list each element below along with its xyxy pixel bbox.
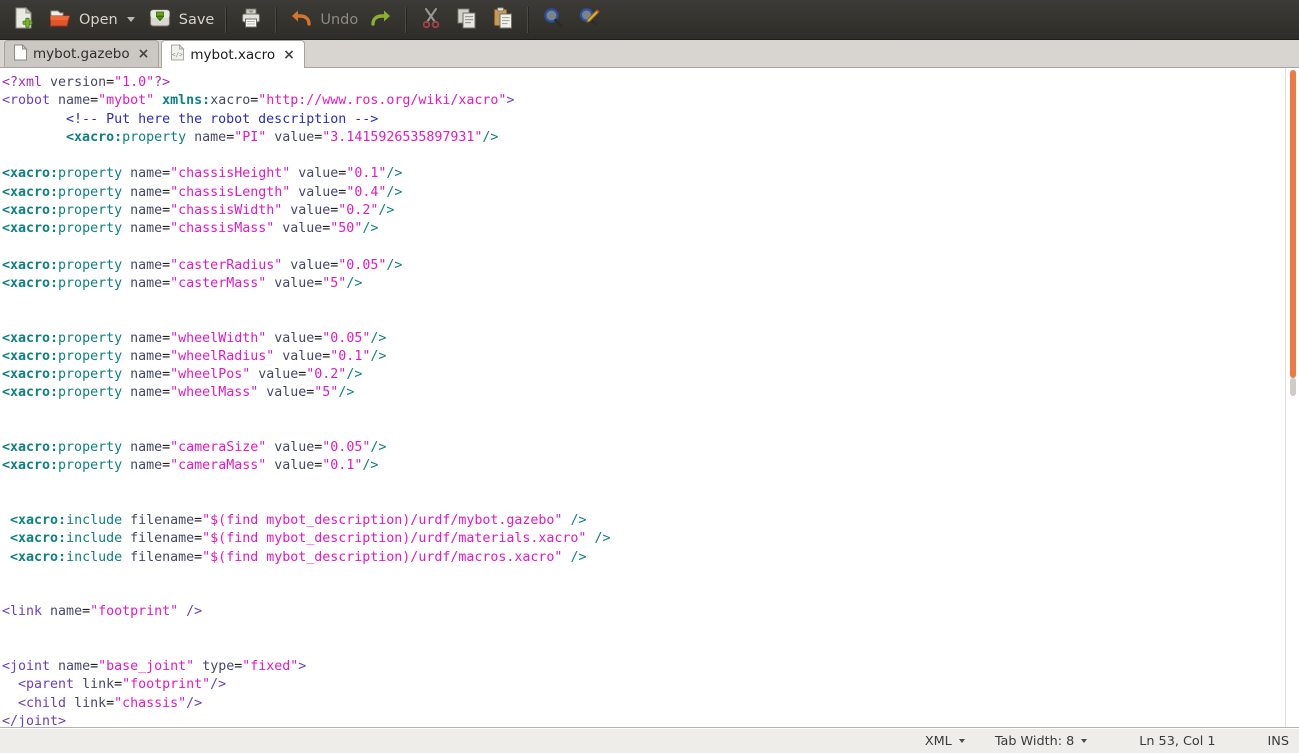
chevron-down-icon[interactable] <box>958 739 965 743</box>
save-disk-icon <box>147 5 173 35</box>
editor-area[interactable]: <?xml version="1.0"?> <robot name="mybot… <box>0 68 1299 728</box>
copy-icon <box>454 5 480 35</box>
insert-mode-label: INS <box>1267 733 1289 749</box>
vertical-scrollbar[interactable] <box>1285 68 1299 727</box>
cut-button[interactable] <box>413 3 449 37</box>
vertical-scrollbar-thumb[interactable] <box>1290 70 1296 378</box>
undo-button-label: Undo <box>320 11 359 28</box>
paste-clipboard-icon <box>490 5 516 35</box>
toolbar-separator-2 <box>275 6 278 33</box>
toolbar-separator-3 <box>405 6 408 33</box>
insert-mode-indicator: INS <box>1268 734 1289 749</box>
redo-button[interactable] <box>363 3 399 37</box>
printer-icon <box>238 5 264 35</box>
search-icon <box>540 5 566 35</box>
tab-close-icon[interactable]: × <box>283 48 295 62</box>
tab-label: mybot.xacro <box>190 46 276 63</box>
open-button-label: Open <box>79 11 118 28</box>
scissors-icon <box>418 5 444 35</box>
chevron-down-icon[interactable] <box>1081 739 1088 743</box>
tab-close-icon[interactable]: × <box>138 47 150 61</box>
main-toolbar: Open Save Undo <box>0 0 1299 40</box>
paste-button[interactable] <box>485 3 521 37</box>
redo-arrow-icon <box>368 5 394 35</box>
document-icon <box>13 43 28 65</box>
tab-label: mybot.gazebo <box>33 46 130 62</box>
toolbar-separator-1 <box>225 6 228 33</box>
vertical-scrollbar-track-marker <box>1290 378 1296 396</box>
language-selector[interactable]: XML <box>925 734 965 749</box>
svg-text:</>: </> <box>172 52 183 59</box>
tab-width-selector[interactable]: Tab Width: 8 <box>994 733 1088 749</box>
find-replace-button[interactable] <box>571 3 607 37</box>
open-dropdown-caret-icon[interactable] <box>126 17 135 22</box>
undo-button[interactable]: Undo <box>283 3 363 37</box>
new-document-button[interactable] <box>6 3 42 37</box>
toolbar-separator-4 <box>527 6 530 33</box>
tab-mybot-xacro[interactable]: </> mybot.xacro × <box>161 40 305 68</box>
copy-button[interactable] <box>449 3 485 37</box>
find-button[interactable] <box>535 3 571 37</box>
cursor-position-label: Ln 53, Col 1 <box>1139 733 1216 749</box>
save-button[interactable]: Save <box>142 3 220 37</box>
code-document-icon: </> <box>170 43 185 65</box>
language-label: XML <box>924 733 952 749</box>
undo-arrow-icon <box>288 5 314 35</box>
open-button[interactable]: Open <box>42 3 142 37</box>
cursor-position: Ln 53, Col 1 <box>1139 734 1215 749</box>
save-button-label: Save <box>178 11 215 28</box>
document-tab-bar: mybot.gazebo × </> mybot.xacro × <box>0 40 1299 68</box>
source-code-text[interactable]: <?xml version="1.0"?> <robot name="mybot… <box>0 68 610 727</box>
new-document-icon <box>11 5 37 35</box>
print-button[interactable] <box>233 3 269 37</box>
open-folder-icon <box>47 5 73 35</box>
status-bar: XML Tab Width: 8 Ln 53, Col 1 INS <box>0 728 1299 753</box>
search-replace-icon <box>576 5 602 35</box>
tab-mybot-gazebo[interactable]: mybot.gazebo × <box>4 40 160 67</box>
tab-width-label: Tab Width: 8 <box>994 733 1075 749</box>
